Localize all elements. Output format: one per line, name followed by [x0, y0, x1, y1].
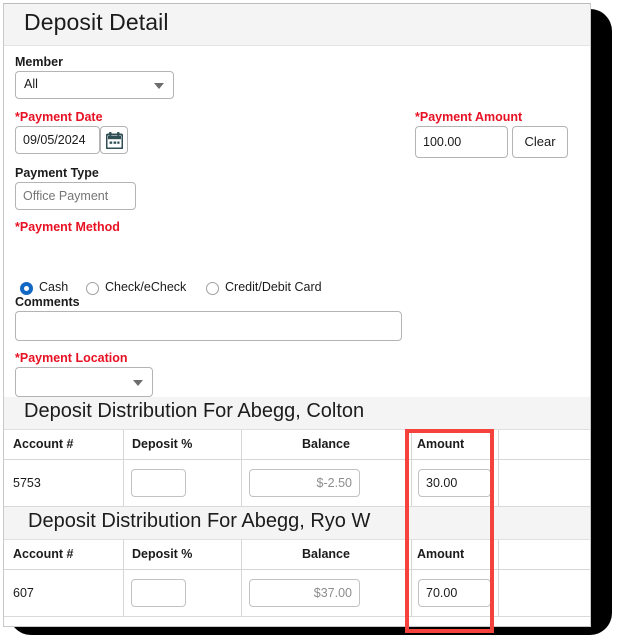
column-divider	[411, 460, 412, 506]
payment-location-label: *Payment Location	[15, 351, 128, 365]
column-header-account: Account #	[13, 547, 74, 561]
column-divider	[498, 540, 499, 569]
radio-unselected-icon	[86, 282, 99, 295]
column-divider	[123, 570, 124, 616]
table-row: 607	[4, 570, 590, 617]
distribution-section-title-1: Deposit Distribution For Abegg, Colton	[24, 400, 365, 422]
balance-input	[249, 579, 360, 607]
column-divider	[498, 430, 499, 459]
column-divider	[241, 460, 242, 506]
column-header-deposit-pct: Deposit %	[132, 437, 193, 451]
radio-selected-icon	[20, 282, 33, 295]
payment-type-input[interactable]	[15, 182, 136, 210]
column-header-balance: Balance	[302, 437, 350, 451]
comments-label: Comments	[15, 295, 80, 309]
payment-method-label: *Payment Method	[15, 220, 120, 234]
deposit-detail-form: Member All *Payment Date *Payment Amount…	[4, 46, 590, 397]
payment-method-radio-card-label: Credit/Debit Card	[225, 280, 322, 294]
cell-account-number: 607	[13, 586, 34, 600]
column-header-account: Account #	[13, 437, 74, 451]
amount-input[interactable]	[418, 579, 491, 607]
payment-location-select[interactable]	[15, 367, 153, 397]
column-divider	[241, 570, 242, 616]
column-divider	[123, 540, 124, 569]
deposit-detail-panel: Deposit Detail Member All *Payment Date …	[3, 3, 591, 627]
clear-button[interactable]: Clear	[512, 126, 568, 158]
distribution-column-header-row-1: Account # Deposit % Balance Amount	[4, 430, 590, 460]
balance-input	[249, 469, 360, 497]
cell-account-number: 5753	[13, 476, 41, 490]
payment-amount-input[interactable]	[415, 126, 508, 158]
column-header-amount: Amount	[417, 437, 465, 451]
column-divider	[498, 570, 499, 616]
distribution-section-title-2: Deposit Distribution For Abegg, Ryo W	[28, 510, 371, 532]
table-row: 5753	[4, 460, 590, 507]
distribution-section-header-1: Deposit Distribution For Abegg, Colton	[4, 397, 590, 430]
chevron-down-icon	[154, 83, 164, 89]
column-header-balance: Balance	[302, 547, 350, 561]
amount-input[interactable]	[418, 469, 491, 497]
payment-amount-label: *Payment Amount	[415, 110, 523, 124]
calendar-icon-button[interactable]	[100, 126, 128, 154]
radio-unselected-icon	[206, 282, 219, 295]
column-divider	[123, 460, 124, 506]
deposit-percent-input[interactable]	[131, 469, 186, 497]
column-header-amount: Amount	[417, 547, 465, 561]
deposit-distribution-tables: Deposit Distribution For Abegg, Colton A…	[4, 397, 590, 617]
member-label: Member	[15, 55, 63, 69]
deposit-percent-input[interactable]	[131, 579, 186, 607]
column-divider	[498, 460, 499, 506]
column-divider	[411, 540, 412, 569]
payment-type-label: Payment Type	[15, 166, 99, 180]
page-title: Deposit Detail	[24, 9, 169, 35]
payment-method-radio-check-label: Check/eCheck	[105, 280, 187, 294]
payment-method-radio-cash-label: Cash	[39, 280, 69, 294]
payment-date-label: *Payment Date	[15, 110, 103, 124]
column-header-deposit-pct: Deposit %	[132, 547, 193, 561]
payment-date-input[interactable]	[15, 126, 100, 154]
distribution-section-header-2: Deposit Distribution For Abegg, Ryo W	[4, 507, 590, 540]
column-divider	[411, 570, 412, 616]
chevron-down-icon	[133, 380, 143, 386]
comments-input[interactable]	[15, 311, 402, 341]
distribution-column-header-row-2: Account # Deposit % Balance Amount	[4, 540, 590, 570]
member-select-value: All	[24, 77, 38, 91]
panel-titlebar: Deposit Detail	[4, 4, 590, 46]
column-divider	[123, 430, 124, 459]
member-select[interactable]: All	[15, 71, 174, 99]
column-divider	[411, 430, 412, 459]
calendar-icon	[106, 132, 123, 149]
